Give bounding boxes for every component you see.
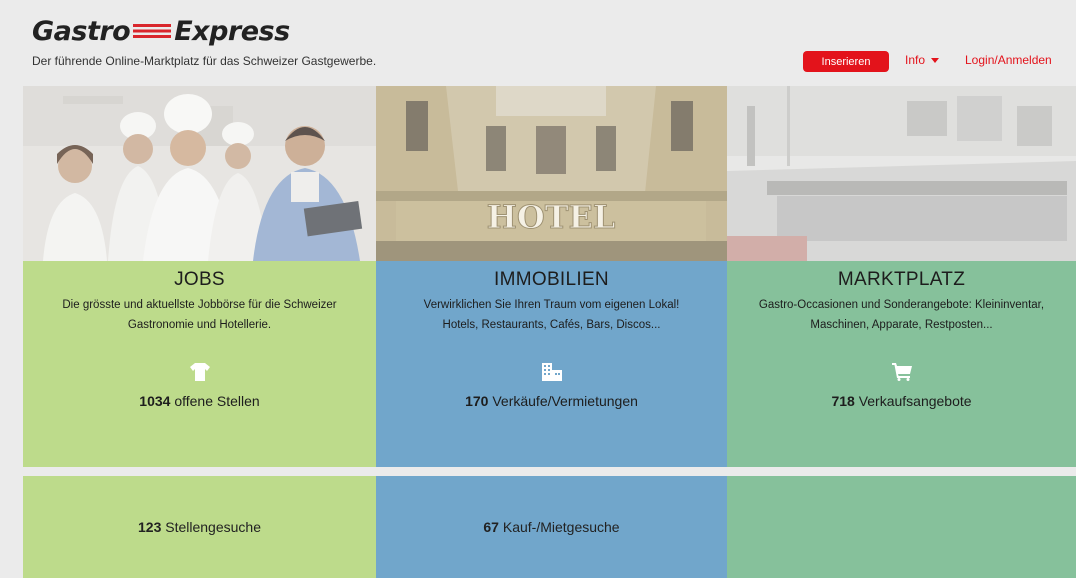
immobilien-count-label: Verkäufe/Vermietungen — [492, 393, 638, 409]
marktplatz-description: Gastro-Occasionen und Sonderangebote: Kl… — [727, 295, 1076, 335]
immobilien-count: 170 — [465, 393, 489, 409]
site-logo[interactable]: Gastro Express — [32, 14, 290, 48]
site-header: Gastro Express Der führende Online-Markt… — [0, 0, 1076, 86]
jobs-description-line: Die grösste und aktuellste Jobbörse für … — [62, 299, 337, 311]
job-seekers-label: Stellengesuche — [165, 519, 261, 535]
property-seekers-panel[interactable]: 67 Kauf-/Mietgesuche — [376, 476, 727, 578]
building-icon — [376, 363, 727, 385]
immobilien-column: HOTEL IMMOBILIEN Verwirklichen Sie Ihren… — [376, 86, 727, 578]
login-link[interactable]: Login/Anmelden — [965, 53, 1052, 67]
property-seekers-count: 67 — [483, 519, 499, 535]
immobilien-description-line: Hotels, Restaurants, Cafés, Bars, Discos… — [442, 319, 661, 331]
immobilien-photo[interactable]: HOTEL — [376, 86, 727, 261]
immobilien-title: IMMOBILIEN — [494, 269, 609, 290]
logo-text-gastro: Gastro — [32, 15, 131, 47]
hotel-facade-image: HOTEL — [376, 86, 727, 261]
marktplatz-column: MARKTPLATZ Gastro-Occasionen und Sondera… — [727, 86, 1076, 578]
info-menu-label: Info — [905, 53, 926, 67]
jobs-description-line: Gastronomie und Hotellerie. — [127, 319, 272, 331]
logo-text-express: Express — [174, 15, 290, 47]
immobilien-panel[interactable]: IMMOBILIEN Verwirklichen Sie Ihren Traum… — [376, 261, 727, 467]
jobs-description: Die grösste und aktuellste Jobbörse für … — [23, 295, 376, 335]
chevron-down-icon — [931, 57, 940, 63]
immobilien-count-line[interactable]: 170 Verkäufe/Vermietungen — [376, 393, 727, 409]
jobs-count-label: offene Stellen — [174, 393, 260, 409]
property-seekers-label: Kauf-/Mietgesuche — [502, 519, 620, 535]
immobilien-description-line: Verwirklichen Sie Ihren Traum vom eigene… — [423, 299, 680, 311]
marktplatz-description-line: Maschinen, Apparate, Restposten... — [810, 319, 993, 331]
insert-button[interactable]: Inserieren — [803, 51, 889, 72]
immobilien-description: Verwirklichen Sie Ihren Traum vom eigene… — [376, 295, 727, 335]
jobs-count-line[interactable]: 1034 offene Stellen — [23, 393, 376, 409]
job-seekers-panel[interactable]: 123 Stellengesuche — [23, 476, 376, 578]
tagline: Der führende Online-Marktplatz für das S… — [32, 54, 377, 68]
shopping-cart-icon — [727, 363, 1076, 385]
section-divider — [23, 467, 1076, 476]
marktplatz-count: 718 — [831, 393, 855, 409]
marktplatz-photo[interactable] — [727, 86, 1076, 261]
jobs-column: JOBS Die grösste und aktuellste Jobbörse… — [23, 86, 376, 578]
jobs-photo[interactable] — [23, 86, 376, 261]
chefs-team-image — [23, 86, 376, 261]
marktplatz-count-label: Verkaufsangebote — [858, 393, 972, 409]
marktplatz-secondary-panel — [727, 476, 1076, 578]
logo-bars-icon — [133, 24, 172, 38]
jobs-panel[interactable]: JOBS Die grösste und aktuellste Jobbörse… — [23, 261, 376, 467]
job-seekers-count: 123 — [138, 519, 162, 535]
jobs-count: 1034 — [139, 393, 171, 409]
chef-jacket-icon — [23, 363, 376, 385]
marktplatz-count-line[interactable]: 718 Verkaufsangebote — [727, 393, 1076, 409]
kitchen-equipment-image — [727, 86, 1076, 261]
info-menu[interactable]: Info — [905, 53, 940, 67]
jobs-title: JOBS — [174, 269, 225, 290]
marktplatz-title: MARKTPLATZ — [837, 269, 966, 290]
marktplatz-description-line: Gastro-Occasionen und Sonderangebote: Kl… — [758, 299, 1045, 311]
marktplatz-panel[interactable]: MARKTPLATZ Gastro-Occasionen und Sondera… — [727, 261, 1076, 467]
